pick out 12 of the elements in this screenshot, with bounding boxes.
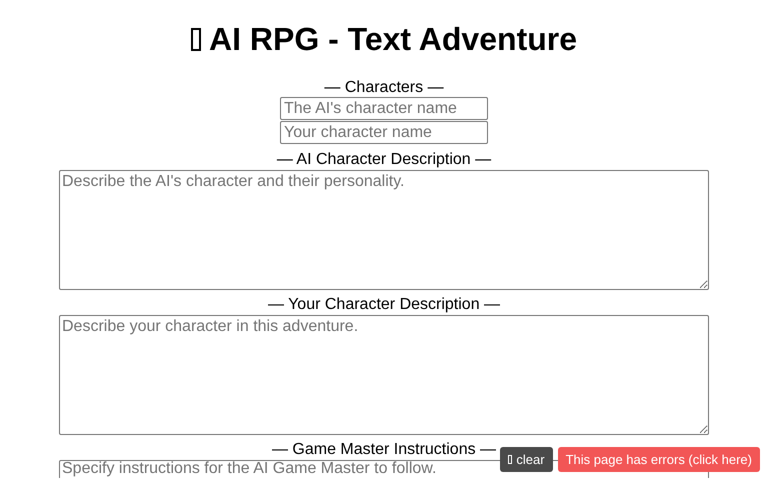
section-label: — AI Character Description —: [276, 151, 492, 169]
description-field[interactable]: Describe your character in this adventure.: [59, 315, 709, 435]
description-field[interactable]: Describe the AI's character and their personality.: [59, 170, 709, 290]
section-label: — Characters —: [324, 79, 444, 97]
section-label: — Your Character Description —: [268, 296, 500, 314]
name-field[interactable]: The AI's character name: [280, 97, 488, 120]
page-title: AI RPG - Text Adventure: [190, 21, 578, 58]
section-label: — Game Master Instructions —: [272, 441, 496, 459]
name-field[interactable]: Your character name: [280, 121, 488, 144]
missing-glyph-icon: [190, 28, 201, 51]
missing-glyph-icon: [508, 455, 512, 464]
clear-toast[interactable]: clear: [500, 447, 553, 472]
